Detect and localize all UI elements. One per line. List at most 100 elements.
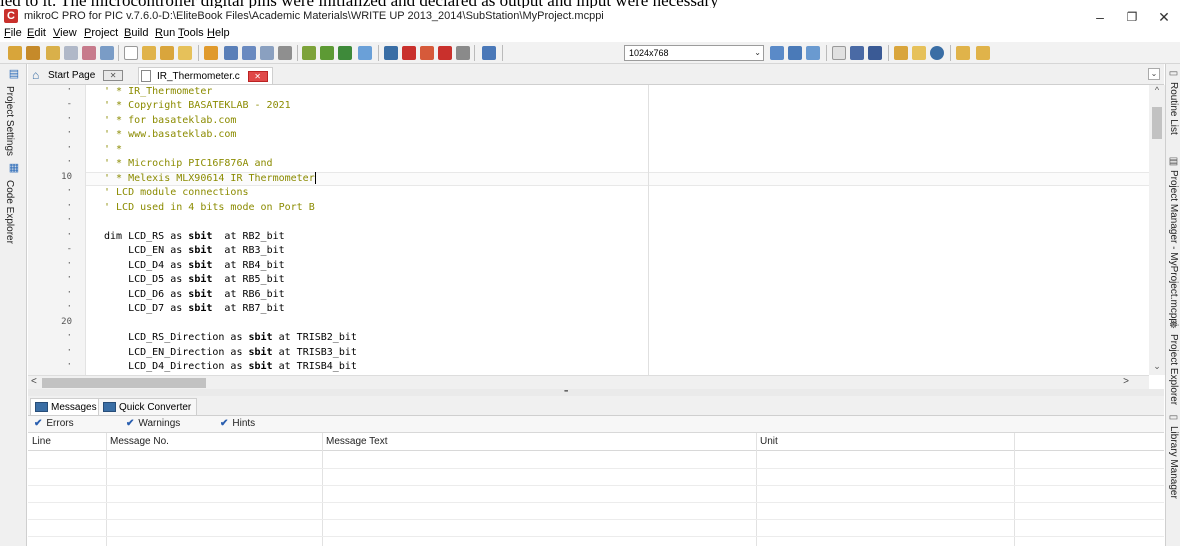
save-all-icon[interactable]	[260, 46, 274, 60]
open-file-icon[interactable]	[142, 46, 156, 60]
hints-filter-checkbox[interactable]: ✔ Hints	[220, 418, 255, 429]
code-line: ' * Microchip PIC16F876A and	[104, 158, 273, 169]
scroll-up-arrow-icon[interactable]: ^	[1149, 85, 1165, 95]
column-header-message-no[interactable]: Message No.	[110, 436, 169, 447]
library-manager-icon[interactable]: ▭	[1168, 412, 1179, 423]
scroll-left-arrow-icon[interactable]: <	[31, 376, 37, 387]
text-caret	[314, 172, 316, 184]
menu-project[interactable]: Project	[84, 27, 118, 39]
gutter-mark: ·	[66, 331, 72, 341]
statistics-icon[interactable]	[420, 46, 434, 60]
messages-grid: Line Message No. Message Text Unit	[28, 433, 1164, 546]
save-project-icon[interactable]	[46, 46, 60, 60]
open-project-icon[interactable]	[26, 46, 40, 60]
project-manager-icon[interactable]: ▤	[1168, 156, 1179, 167]
tab-ir-thermometer[interactable]: IR_Thermometer.c ✕	[138, 67, 273, 84]
ascii-chart-icon[interactable]	[770, 46, 784, 60]
code-line: ' *	[104, 144, 123, 155]
reopen-file-icon[interactable]	[160, 46, 174, 60]
menu-file[interactable]: File	[4, 27, 22, 39]
main-toolbar: 1024x768 ⌄	[0, 42, 1180, 64]
menu-help[interactable]: Help	[207, 27, 230, 39]
column-header-message-text[interactable]: Message Text	[326, 436, 388, 447]
build-all-icon[interactable]	[320, 46, 334, 60]
usb-hid-icon[interactable]	[894, 46, 908, 60]
tools-icon[interactable]	[482, 46, 496, 60]
go-icon[interactable]	[438, 46, 452, 60]
udp-terminal-icon[interactable]	[868, 46, 882, 60]
program-icon[interactable]	[358, 46, 372, 60]
code-explorer-icon[interactable]: ▦	[8, 162, 20, 174]
tab-routine-list[interactable]: Routine List	[1168, 82, 1179, 135]
tab-list-dropdown-icon[interactable]: ⌄	[1148, 68, 1160, 80]
help-question-icon[interactable]	[402, 46, 416, 60]
seven-segment-icon[interactable]	[788, 46, 802, 60]
code-keyword: sbit	[248, 361, 273, 372]
tab-library-manager[interactable]: Library Manager	[1168, 426, 1179, 499]
vertical-scroll-thumb[interactable]	[1152, 107, 1162, 139]
forward-arrow-icon[interactable]	[976, 46, 990, 60]
project-explorer-icon[interactable]: ⚙	[1168, 320, 1179, 331]
tab-ir-thermometer-close-icon[interactable]: ✕	[247, 70, 268, 82]
close-project-icon[interactable]	[64, 46, 78, 60]
tab-quick-converter[interactable]: Quick Converter	[98, 398, 198, 415]
row-divider	[28, 502, 1164, 503]
save-icon[interactable]	[224, 46, 238, 60]
glcd-bitmap-icon[interactable]	[832, 46, 846, 60]
comment-icon[interactable]	[912, 46, 926, 60]
code-editor[interactable]: · - · · · · 10 · · · · - · · · · 20 · · …	[28, 85, 1149, 375]
horizontal-scroll-thumb[interactable]	[42, 378, 206, 388]
menu-build[interactable]: Build	[124, 27, 148, 39]
tab-start-page[interactable]: ⌂ Start Page ✕	[30, 67, 124, 84]
tab-project-explorer[interactable]: Project Explorer	[1168, 334, 1179, 405]
gutter-mark: ·	[66, 215, 72, 225]
edit-project-icon[interactable]	[100, 46, 114, 60]
back-arrow-icon[interactable]	[956, 46, 970, 60]
resolution-select[interactable]: 1024x768 ⌄	[624, 45, 764, 61]
menu-view[interactable]: View	[53, 27, 77, 39]
quick-converter-icon	[103, 402, 116, 412]
help-icon[interactable]	[930, 46, 944, 60]
project-icon[interactable]	[82, 46, 96, 60]
build-project-icon[interactable]	[338, 46, 352, 60]
scroll-down-arrow-icon[interactable]: ⌄	[1149, 361, 1165, 372]
routine-list-icon[interactable]: ▭	[1168, 68, 1179, 79]
code-text: LCD_EN_Direction as	[104, 347, 249, 358]
panel-splitter[interactable]: ''''''''''	[28, 389, 1164, 397]
warnings-filter-checkbox[interactable]: ✔ Warnings	[126, 418, 180, 429]
tab-project-manager[interactable]: Project Manager - MyProject.mcppi	[1168, 170, 1179, 326]
tab-start-page-close-icon[interactable]: ✕	[103, 69, 124, 81]
open-dropdown-icon[interactable]	[204, 46, 218, 60]
editor-horizontal-scrollbar[interactable]: < >	[28, 375, 1149, 389]
new-file-icon[interactable]	[124, 46, 138, 60]
row-divider	[28, 485, 1164, 486]
save-as-icon[interactable]	[242, 46, 256, 60]
print-icon[interactable]	[278, 46, 292, 60]
lcd-designer-icon[interactable]	[806, 46, 820, 60]
options-icon[interactable]	[456, 46, 470, 60]
italic-icon[interactable]	[850, 46, 864, 60]
build-icon[interactable]	[302, 46, 316, 60]
code-text: at TRISB3_bit	[272, 347, 357, 358]
save-file-icon[interactable]	[178, 46, 192, 60]
project-settings-icon[interactable]: ▤	[8, 68, 20, 80]
debug-icon[interactable]	[384, 46, 398, 60]
tab-project-settings[interactable]: Project Settings	[4, 86, 15, 156]
errors-filter-checkbox[interactable]: ✔ Errors	[34, 418, 74, 429]
code-keyword: sbit	[248, 347, 273, 358]
tab-code-explorer[interactable]: Code Explorer	[4, 180, 15, 244]
errors-filter-label: Errors	[46, 418, 74, 429]
menu-edit[interactable]: Edit	[27, 27, 46, 39]
tab-messages[interactable]: Messages	[30, 398, 103, 415]
close-button[interactable]: ✕	[1144, 8, 1180, 26]
new-project-icon[interactable]	[8, 46, 22, 60]
scroll-right-arrow-icon[interactable]: >	[1123, 376, 1129, 387]
code-text: at RB4_bit	[212, 260, 285, 271]
menu-run[interactable]: Run	[155, 27, 175, 39]
menu-tools[interactable]: Tools	[178, 27, 204, 39]
column-header-line[interactable]: Line	[32, 436, 51, 447]
column-header-unit[interactable]: Unit	[760, 436, 778, 447]
tab-messages-label: Messages	[51, 402, 97, 413]
code-line: LCD_D6 as sbit at RB6_bit	[104, 288, 285, 302]
editor-vertical-scrollbar[interactable]: ^ ⌄	[1149, 85, 1165, 375]
